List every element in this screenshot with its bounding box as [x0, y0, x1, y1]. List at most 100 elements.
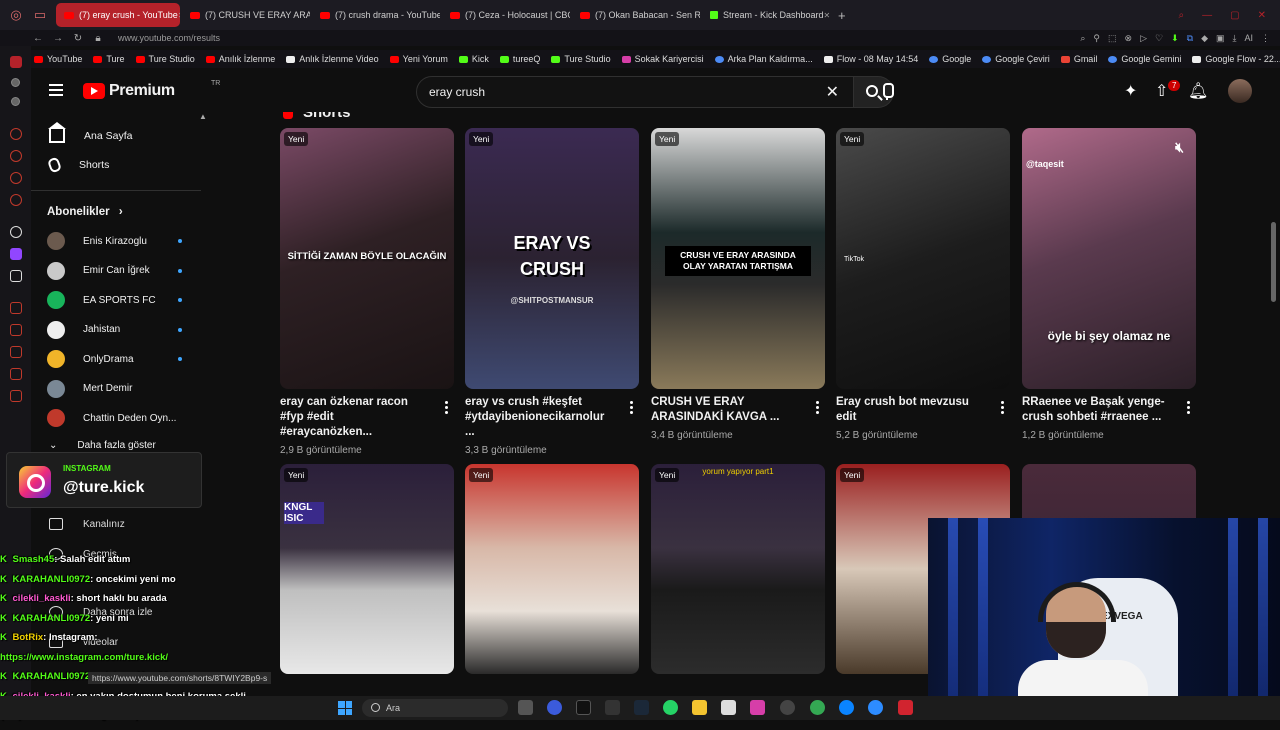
menu-hamburger-icon[interactable] [49, 84, 63, 96]
chat-username[interactable]: KARAHANLI0972 [13, 613, 91, 624]
ai-icon[interactable]: AI [1244, 33, 1253, 44]
chatgpt-rail-icon[interactable] [9, 226, 22, 238]
chat-text[interactable]: https://www.instagram.com/ture.kick/ [0, 652, 168, 663]
short-card[interactable]: Yeni TikTok Eray crush bot mevzusu edit … [836, 128, 1010, 441]
short-card[interactable]: Yeni [465, 464, 639, 674]
short-title[interactable]: CRUSH VE ERAY ARASINDAKİ KAVGA ... [651, 395, 799, 425]
more-options-icon[interactable] [1001, 401, 1004, 414]
short-thumbnail[interactable]: Yeni yorum yapıyor part1 [651, 464, 825, 674]
chat-username[interactable]: Smash45 [13, 554, 55, 565]
back-button[interactable]: ← [28, 33, 48, 44]
subscription-item[interactable]: Chattin Deden Oyn... [47, 407, 207, 429]
close-tab-icon[interactable]: ✕ [178, 11, 180, 20]
file-explorer-icon[interactable] [692, 700, 707, 715]
browser-tab[interactable]: Stream - Kick Dashboard ✕ [702, 3, 830, 27]
notifications-bell-icon[interactable]: 🔔︎ [1188, 81, 1208, 101]
short-title[interactable]: Eray crush bot mevzusu edit [836, 395, 984, 425]
browser-tab[interactable]: (7) crush drama - YouTube ✕ [312, 3, 440, 27]
chat-username[interactable]: BotRix [13, 632, 44, 643]
play-icon[interactable]: ▷ [1140, 33, 1147, 44]
sidebar-item-shorts[interactable]: Shorts [31, 152, 211, 178]
maximize-button[interactable]: ▢ [1230, 10, 1239, 21]
close-tab-icon[interactable]: ✕ [824, 11, 830, 20]
search-input[interactable] [429, 85, 779, 99]
rail-dot-icon[interactable] [11, 97, 20, 106]
whatsapp-icon[interactable] [663, 700, 678, 715]
bookmark-item[interactable]: Anılık İzlenme [205, 54, 275, 64]
more-options-icon[interactable] [816, 401, 819, 414]
sidebar-scroll-up-icon[interactable]: ▲ [199, 112, 207, 121]
bookmark-item[interactable]: Sokak Kariyercisi [621, 54, 704, 64]
wallet-icon[interactable]: ▣ [1216, 33, 1225, 44]
sidebar-item-home[interactable]: Ana Sayfa [31, 122, 211, 149]
bookmark-item[interactable]: Flow - 08 May 14:54 [823, 54, 918, 64]
subscription-item[interactable]: EA SPORTS FC [47, 289, 207, 311]
task-view-icon[interactable] [518, 700, 533, 715]
bookmark-item[interactable]: Ture [93, 54, 125, 64]
tools-rail-icon[interactable] [9, 346, 22, 358]
site-info-icon[interactable]: 🔒︎ [88, 33, 108, 44]
new-tab-button[interactable]: + [838, 8, 846, 23]
account-avatar[interactable] [1228, 79, 1252, 103]
search-box[interactable]: ✕ [416, 76, 854, 108]
tab-overview-icon[interactable]: ▭ [32, 7, 48, 23]
extension-icon[interactable]: ◆ [1201, 33, 1208, 44]
bookmark-item[interactable]: Google Çeviri [982, 54, 1050, 64]
pin-icon[interactable]: ⚲ [1093, 33, 1100, 44]
more-options-icon[interactable] [1187, 401, 1190, 414]
short-card[interactable]: Yeni CRUSH VE ERAY ARASINDA OLAY YARATAN… [651, 128, 825, 441]
short-thumbnail[interactable]: Yeni TikTok [836, 128, 1010, 389]
bookmark-item[interactable]: Google Gemini [1108, 54, 1181, 64]
menu-icon[interactable]: ⋮ [1261, 33, 1270, 44]
instagram-app-icon[interactable] [750, 700, 765, 715]
x-rail-icon[interactable] [9, 270, 22, 282]
location-rail-icon[interactable] [9, 194, 22, 206]
browser-tab[interactable]: (7) Ceza - Holocaust | CBC ✕ [442, 3, 570, 27]
bookmark-item[interactable]: Ture Studio [551, 54, 611, 64]
subscription-item[interactable]: Enis Kirazoglu [47, 230, 207, 252]
bookmark-item[interactable]: Google Flow - 22... [1192, 54, 1280, 64]
subscriptions-heading[interactable]: Abonelikler › [47, 206, 123, 218]
bookmark-item[interactable]: Google [929, 54, 971, 64]
close-window-button[interactable]: ✕ [1258, 10, 1266, 21]
create-icon[interactable]: ✦ [1124, 81, 1137, 101]
app-icon[interactable] [868, 700, 883, 715]
subscription-item[interactable]: OnlyDrama [47, 348, 207, 370]
epic-games-icon[interactable] [605, 700, 620, 715]
short-thumbnail[interactable]: Yeni CRUSH VE ERAY ARASINDA OLAY YARATAN… [651, 128, 825, 389]
chrome-icon[interactable] [810, 700, 825, 715]
translate-icon[interactable]: ⧉ [1187, 33, 1193, 44]
home-rail-icon[interactable] [9, 56, 22, 68]
bookmark-item[interactable]: Yeni Yorum [389, 54, 448, 64]
short-thumbnail[interactable]: Yeni KNGL ISIC [280, 464, 454, 674]
wallet-rail-icon[interactable] [9, 368, 22, 380]
chat-username[interactable]: cilekli_kaskli [13, 593, 71, 604]
bookmark-item[interactable]: Ture Studio [135, 54, 195, 64]
show-more-button[interactable]: ⌄ Daha fazla göster [49, 440, 156, 451]
browser-tab[interactable]: (7) eray crush - YouTube ✕ [56, 3, 180, 27]
screenshot-icon[interactable]: ⬚ [1108, 33, 1117, 44]
obs-icon[interactable] [780, 700, 795, 715]
url-field[interactable]: www.youtube.com/results [118, 33, 220, 43]
app-icon[interactable] [547, 700, 562, 715]
youtube-premium-logo[interactable]: Premium TR [83, 80, 220, 100]
bookmark-item[interactable]: tureeQ [499, 54, 540, 64]
short-title[interactable]: eray can özkenar racon #fyp #edit #erayc… [280, 395, 428, 440]
music-rail-icon[interactable] [9, 302, 22, 314]
edit-rail-icon[interactable] [9, 324, 22, 336]
short-title[interactable]: eray vs crush #keşfet #ytdayibenionecika… [465, 395, 613, 440]
bookmark-item[interactable]: Kick [458, 54, 489, 64]
subscription-item[interactable]: Jahistan [47, 319, 207, 341]
bookmark-item[interactable]: Arka Plan Kaldırma... [714, 54, 813, 64]
short-card[interactable]: Yeni ERAY VS CRUSH @SHITPOSTMANSUR eray … [465, 128, 639, 456]
upload-icon[interactable]: ⇧ [1155, 81, 1168, 101]
bookmark-item[interactable]: YouTube [34, 54, 82, 64]
more-options-icon[interactable] [630, 401, 633, 414]
subscription-item[interactable]: Emir Can İğrek [47, 260, 207, 282]
mute-icon[interactable]: 🔇︎ [1175, 139, 1184, 156]
clear-search-icon[interactable]: ✕ [826, 82, 839, 102]
messenger-rail-icon[interactable] [9, 150, 22, 162]
short-card[interactable]: Yeni SİTTİĞİ ZAMAN BÖYLE OLACAĞIN eray c… [280, 128, 454, 456]
short-thumbnail[interactable]: öyle bi şey olamaz ne @taqesit 🔇︎ [1022, 128, 1196, 389]
tiktok-icon[interactable] [576, 700, 591, 715]
